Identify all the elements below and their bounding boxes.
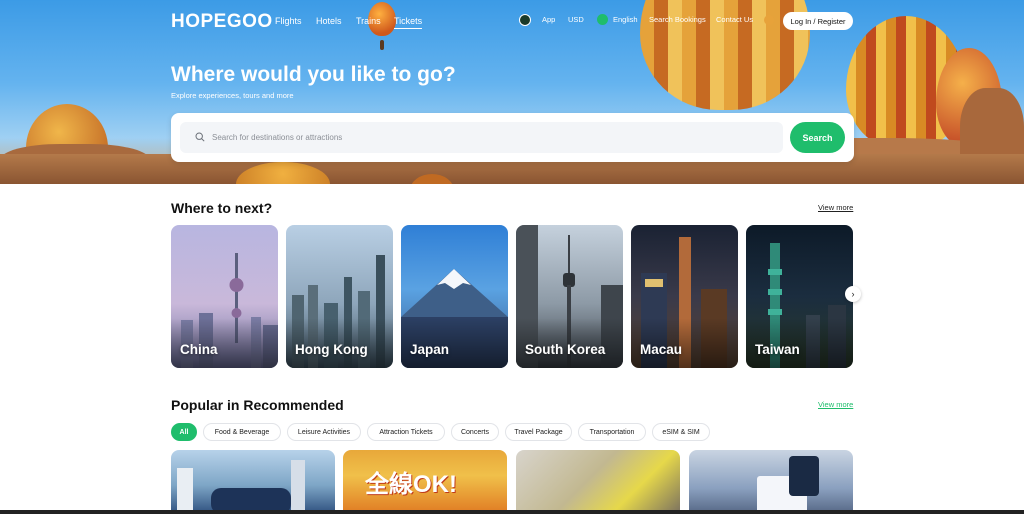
destination-label: China <box>180 342 218 357</box>
search-bookings-link[interactable]: Search Bookings <box>649 15 706 24</box>
destination-label: South Korea <box>525 342 606 357</box>
category-chip-all[interactable]: All <box>171 423 197 441</box>
search-bar: Search <box>171 113 854 162</box>
bottom-scrollbar <box>0 510 1024 514</box>
category-chip-leisure-activities[interactable]: Leisure Activities <box>287 423 361 441</box>
recommended-card[interactable] <box>171 450 335 514</box>
category-chip-esim-sim[interactable]: eSIM & SIM <box>652 423 710 441</box>
app-link[interactable]: App <box>542 15 555 24</box>
category-chip-attraction-tickets[interactable]: Attraction Tickets <box>367 423 445 441</box>
where-to-next-title: Where to next? <box>171 200 273 216</box>
destination-label: Hong Kong <box>295 342 368 357</box>
currency-selector[interactable]: USD <box>568 15 584 24</box>
recommended-card[interactable] <box>516 450 680 514</box>
carousel-next-button[interactable]: › <box>845 286 861 302</box>
nav-link-flights[interactable]: Flights <box>275 16 302 26</box>
nav-link-hotels[interactable]: Hotels <box>316 16 342 26</box>
recommended-card[interactable]: 全線OK! <box>343 450 507 514</box>
destination-card-macau[interactable]: Macau <box>631 225 738 368</box>
popular-section-title: Popular in Recommended <box>171 397 344 413</box>
destination-label: Japan <box>410 342 450 357</box>
destination-label: Macau <box>640 342 683 357</box>
nav-link-trains[interactable]: Trains <box>356 16 381 26</box>
site-logo[interactable]: HOPEGOO <box>171 11 273 33</box>
category-chip-food-beverage[interactable]: Food & Beverage <box>203 423 281 441</box>
promo-text: 全線OK! <box>365 471 457 498</box>
language-selector[interactable]: English <box>613 15 638 24</box>
category-chip-transportation[interactable]: Transportation <box>578 423 646 441</box>
nav-link-tickets[interactable]: Tickets <box>394 16 423 29</box>
recommended-card[interactable] <box>689 450 853 514</box>
globe-icon <box>597 14 608 25</box>
category-chip-concerts[interactable]: Concerts <box>451 423 499 441</box>
destination-card-japan[interactable]: Japan <box>401 225 508 368</box>
app-download-icon[interactable] <box>519 14 531 26</box>
destination-card-south-korea[interactable]: South Korea <box>516 225 623 368</box>
city-car-image <box>177 460 305 514</box>
notification-icon[interactable] <box>764 15 774 25</box>
hero-subtitle: Explore experiences, tours and more <box>171 91 294 100</box>
destination-card-china[interactable]: China <box>171 225 278 368</box>
hero-title: Where would you like to go? <box>171 63 456 86</box>
search-button[interactable]: Search <box>790 122 845 153</box>
destination-search-input[interactable] <box>212 122 772 153</box>
destinations-view-more-link[interactable]: View more <box>818 203 853 212</box>
chevron-right-icon: › <box>851 289 855 299</box>
search-field-container <box>180 122 783 153</box>
popular-view-more-link[interactable]: View more <box>818 400 853 409</box>
category-chip-travel-package[interactable]: Travel Package <box>505 423 572 441</box>
top-navigation: HOPEGOO Flights Hotels Trains Tickets Ap… <box>0 0 1024 41</box>
destination-card-hong-kong[interactable]: Hong Kong <box>286 225 393 368</box>
search-icon <box>195 132 205 142</box>
esim-device-image <box>757 456 819 514</box>
contact-us-link[interactable]: Contact Us <box>716 15 753 24</box>
destination-card-taiwan[interactable]: Taiwan <box>746 225 853 368</box>
destination-label: Taiwan <box>755 342 800 357</box>
login-register-button[interactable]: Log In / Register <box>783 12 853 30</box>
